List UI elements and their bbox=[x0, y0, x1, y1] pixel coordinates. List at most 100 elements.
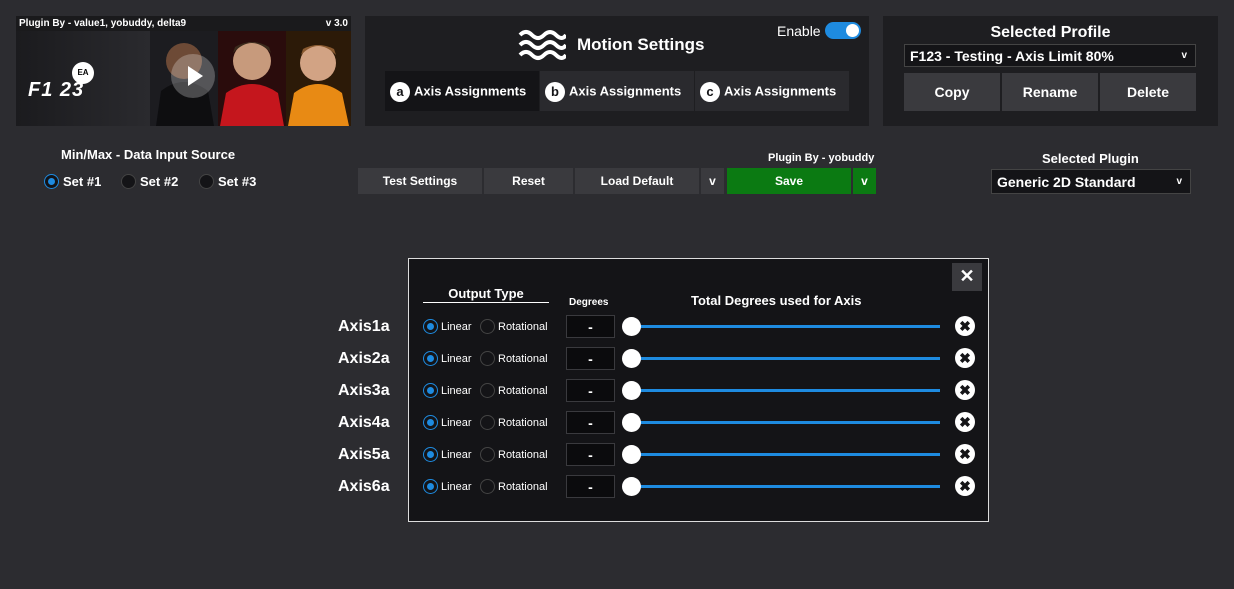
degrees-input[interactable]: - bbox=[566, 475, 615, 498]
rename-profile-button[interactable]: Rename bbox=[1002, 73, 1098, 111]
radio-label: Set #1 bbox=[63, 174, 102, 190]
close-dialog-button[interactable]: ✕ bbox=[952, 263, 982, 291]
linear-radio[interactable]: Linear bbox=[423, 383, 472, 398]
linear-radio[interactable]: Linear bbox=[423, 447, 472, 462]
plugin-version: v 3.0 bbox=[325, 18, 348, 29]
rotational-radio[interactable]: Rotational bbox=[480, 383, 548, 398]
radio-selected-icon bbox=[423, 351, 438, 366]
degrees-input[interactable]: - bbox=[566, 315, 615, 338]
save-button[interactable]: Save bbox=[727, 168, 851, 194]
total-degrees-slider-track[interactable] bbox=[630, 453, 940, 456]
total-degrees-slider-track[interactable] bbox=[630, 357, 940, 360]
rotational-radio[interactable]: Rotational bbox=[480, 447, 548, 462]
slider-handle[interactable] bbox=[622, 445, 641, 464]
radio-label: Linear bbox=[441, 448, 472, 461]
total-degrees-slider-track[interactable] bbox=[630, 485, 940, 488]
rotational-radio[interactable]: Rotational bbox=[480, 479, 548, 494]
tab-axis-assignments-a[interactable]: a Axis Assignments bbox=[385, 71, 539, 111]
axis-name-label: Axis4a bbox=[338, 414, 390, 431]
tab-axis-assignments-c[interactable]: c Axis Assignments bbox=[695, 71, 849, 111]
game-banner: Plugin By - value1, yobuddy, delta9 v 3.… bbox=[16, 16, 351, 126]
save-dropdown-button[interactable]: v bbox=[853, 168, 876, 194]
total-degrees-slider-track[interactable] bbox=[630, 389, 940, 392]
play-video-button[interactable] bbox=[171, 54, 215, 98]
enable-toggle[interactable] bbox=[825, 22, 861, 39]
clear-axis-icon[interactable]: ✖ bbox=[955, 476, 975, 496]
degrees-input[interactable]: - bbox=[566, 379, 615, 402]
plugin-dropdown[interactable]: Generic 2D Standard v bbox=[991, 169, 1191, 194]
reset-button[interactable]: Reset bbox=[484, 168, 573, 194]
radio-icon bbox=[480, 351, 495, 366]
source-set-1-radio[interactable]: Set #1 bbox=[44, 173, 102, 190]
degrees-header: Degrees bbox=[569, 297, 609, 308]
selected-profile-title: Selected Profile bbox=[990, 24, 1111, 41]
clear-axis-icon[interactable]: ✖ bbox=[955, 444, 975, 464]
slider-handle[interactable] bbox=[622, 413, 641, 432]
axis-name-label: Axis1a bbox=[338, 318, 390, 335]
axis-output-dialog: ✕ Output Type Degrees Total Degrees used… bbox=[408, 258, 989, 522]
axis-name-label: Axis5a bbox=[338, 446, 390, 463]
plugin-author-label: Plugin By - yobuddy bbox=[768, 152, 875, 164]
degrees-input[interactable]: - bbox=[566, 411, 615, 434]
axis-row: Linear Rotational - ✖ bbox=[409, 379, 988, 403]
radio-icon bbox=[480, 383, 495, 398]
delete-profile-button[interactable]: Delete bbox=[1100, 73, 1196, 111]
radio-icon bbox=[121, 174, 136, 190]
radio-label: Rotational bbox=[498, 416, 548, 429]
source-set-3-radio[interactable]: Set #3 bbox=[199, 173, 257, 190]
tab-axis-assignments-b[interactable]: b Axis Assignments bbox=[540, 71, 694, 111]
clear-axis-icon[interactable]: ✖ bbox=[955, 316, 975, 336]
letter-a-icon: a bbox=[390, 81, 410, 102]
profile-dropdown[interactable]: F123 - Testing - Axis Limit 80% v bbox=[904, 44, 1196, 67]
selected-profile-panel: Selected Profile F123 - Testing - Axis L… bbox=[883, 16, 1218, 126]
radio-icon bbox=[480, 319, 495, 334]
radio-label: Linear bbox=[441, 352, 472, 365]
axis-row: Linear Rotational - ✖ bbox=[409, 475, 988, 499]
rotational-radio[interactable]: Rotational bbox=[480, 351, 548, 366]
total-degrees-header: Total Degrees used for Axis bbox=[691, 293, 862, 308]
radio-selected-icon bbox=[423, 383, 438, 398]
radio-label: Linear bbox=[441, 480, 472, 493]
total-degrees-slider-track[interactable] bbox=[630, 325, 940, 328]
radio-label: Linear bbox=[441, 416, 472, 429]
radio-selected-icon bbox=[44, 174, 59, 190]
profile-dropdown-value: F123 - Testing - Axis Limit 80% bbox=[910, 48, 1114, 64]
f1-23-logo: F1 23 bbox=[28, 79, 85, 101]
radio-label: Linear bbox=[441, 320, 472, 333]
copy-profile-button[interactable]: Copy bbox=[904, 73, 1000, 111]
tab-label: Axis Assignments bbox=[414, 83, 527, 99]
slider-handle[interactable] bbox=[622, 477, 641, 496]
load-default-dropdown-button[interactable]: v bbox=[701, 168, 724, 194]
linear-radio[interactable]: Linear bbox=[423, 479, 472, 494]
radio-label: Rotational bbox=[498, 448, 548, 461]
clear-axis-icon[interactable]: ✖ bbox=[955, 348, 975, 368]
degrees-input[interactable]: - bbox=[566, 347, 615, 370]
rotational-radio[interactable]: Rotational bbox=[480, 319, 548, 334]
source-set-2-radio[interactable]: Set #2 bbox=[121, 173, 179, 190]
axis-row: Linear Rotational - ✖ bbox=[409, 411, 988, 435]
axis-row: Linear Rotational - ✖ bbox=[409, 347, 988, 371]
rotational-radio[interactable]: Rotational bbox=[480, 415, 548, 430]
tab-label: Axis Assignments bbox=[569, 83, 682, 99]
load-default-button[interactable]: Load Default bbox=[575, 168, 699, 194]
output-type-header: Output Type bbox=[423, 286, 549, 303]
chevron-down-icon: v bbox=[1181, 50, 1187, 61]
slider-handle[interactable] bbox=[622, 349, 641, 368]
clear-axis-icon[interactable]: ✖ bbox=[955, 380, 975, 400]
radio-label: Set #3 bbox=[218, 174, 257, 190]
linear-radio[interactable]: Linear bbox=[423, 351, 472, 366]
degrees-input[interactable]: - bbox=[566, 443, 615, 466]
slider-handle[interactable] bbox=[622, 381, 641, 400]
plugin-credits: Plugin By - value1, yobuddy, delta9 bbox=[19, 18, 187, 29]
slider-handle[interactable] bbox=[622, 317, 641, 336]
linear-radio[interactable]: Linear bbox=[423, 319, 472, 334]
clear-axis-icon[interactable]: ✖ bbox=[955, 412, 975, 432]
radio-icon bbox=[480, 415, 495, 430]
radio-label: Set #2 bbox=[140, 174, 179, 190]
linear-radio[interactable]: Linear bbox=[423, 415, 472, 430]
total-degrees-slider-track[interactable] bbox=[630, 421, 940, 424]
waves-icon bbox=[518, 30, 566, 60]
test-settings-button[interactable]: Test Settings bbox=[358, 168, 482, 194]
data-input-source-label: Min/Max - Data Input Source bbox=[61, 147, 236, 162]
axis-name-label: Axis2a bbox=[338, 350, 390, 367]
